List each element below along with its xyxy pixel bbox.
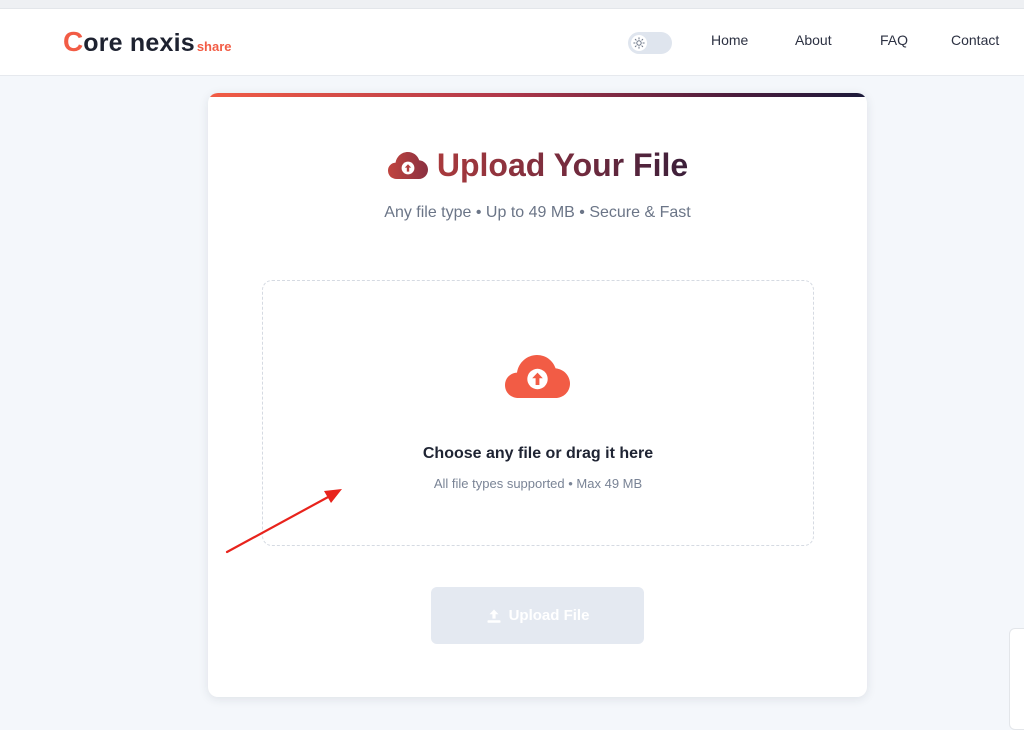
upload-card: Upload Your File Any file type • Up to 4… xyxy=(208,93,867,697)
logo-suffix: share xyxy=(196,39,232,54)
browser-top-strip xyxy=(0,0,1024,8)
logo-wordmark: ore nexis xyxy=(83,29,195,57)
upload-icon xyxy=(487,609,501,623)
upload-file-button[interactable]: Upload File xyxy=(431,587,644,644)
brand-logo[interactable]: C ore nexis share xyxy=(63,26,232,59)
dropzone-title: Choose any file or drag it here xyxy=(422,445,654,462)
nav-link-faq[interactable]: FAQ xyxy=(880,31,908,49)
card-header: Upload Your File xyxy=(208,145,867,185)
page-subtitle: Any file type • Up to 49 MB • Secure & F… xyxy=(384,204,691,221)
upload-file-button-label: Upload File xyxy=(508,607,590,624)
card-gradient-bar xyxy=(208,93,867,97)
navbar: C ore nexis share Home About FAQ Contact xyxy=(0,8,1024,76)
logo-first-letter: C xyxy=(63,26,84,57)
file-dropzone[interactable]: Choose any file or drag it here All file… xyxy=(262,280,814,546)
nav-link-about[interactable]: About xyxy=(795,31,832,49)
sun-icon xyxy=(631,35,647,51)
page-title: Upload Your File xyxy=(436,147,689,183)
side-widget[interactable] xyxy=(1009,628,1024,730)
cloud-upload-icon xyxy=(505,355,570,398)
dropzone-subtitle: All file types supported • Max 49 MB xyxy=(433,476,643,491)
nav-link-home[interactable]: Home xyxy=(711,31,748,49)
theme-toggle[interactable] xyxy=(628,32,672,54)
nav-link-contact[interactable]: Contact xyxy=(951,31,999,49)
cloud-upload-icon xyxy=(387,152,428,179)
